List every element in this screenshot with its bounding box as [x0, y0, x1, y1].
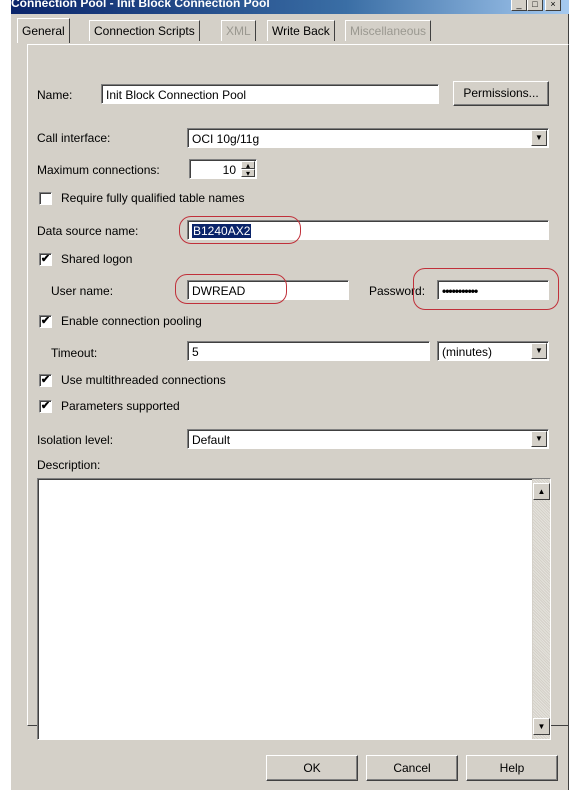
title-bar: Connection Pool - Init Block Connection … [11, 0, 569, 14]
name-field[interactable]: Init Block Connection Pool [101, 84, 439, 104]
tab-connection-scripts[interactable]: Connection Scripts [89, 20, 200, 41]
max-connections-stepper[interactable]: 10 ▴ ▾ [189, 159, 257, 179]
user-name-label: User name: [51, 284, 114, 298]
description-textarea[interactable]: ▲ ▼ [37, 478, 551, 740]
timeout-unit-value: (minutes) [442, 345, 493, 359]
maximize-icon[interactable]: □ [527, 0, 543, 11]
close-icon[interactable]: × [545, 0, 561, 11]
minimize-icon[interactable]: _ [511, 0, 527, 11]
isolation-label: Isolation level: [37, 433, 114, 447]
user-name-field[interactable]: DWREAD [187, 280, 349, 300]
window-title: Connection Pool - Init Block Connection … [11, 0, 270, 10]
description-scrollbar[interactable]: ▲ ▼ [532, 479, 550, 739]
tab-xml[interactable]: XML [221, 20, 256, 41]
help-button[interactable]: Help [466, 755, 558, 781]
chevron-down-icon[interactable]: ▼ [531, 431, 547, 447]
shared-logon-label: Shared logon [61, 252, 133, 266]
spin-down-icon[interactable]: ▾ [241, 169, 255, 178]
parameters-checkbox[interactable]: ✔ [39, 400, 52, 413]
call-interface-value: OCI 10g/11g [192, 132, 260, 146]
isolation-value: Default [192, 433, 231, 447]
connection-pool-dialog: Connection Pool - Init Block Connection … [10, 0, 569, 790]
tab-general[interactable]: General [17, 18, 70, 43]
require-fq-label: Require fully qualified table names [61, 191, 245, 205]
timeout-label: Timeout: [51, 346, 98, 360]
max-connections-label: Maximum connections: [37, 163, 160, 177]
chevron-down-icon[interactable]: ▼ [531, 343, 547, 359]
shared-logon-checkbox[interactable]: ✔ [39, 253, 52, 266]
tab-write-back[interactable]: Write Back [267, 20, 335, 41]
isolation-select[interactable]: Default ▼ [187, 429, 549, 449]
ok-button[interactable]: OK [266, 755, 358, 781]
chevron-down-icon[interactable]: ▼ [531, 130, 547, 146]
parameters-label: Parameters supported [61, 399, 180, 413]
multithreaded-label: Use multithreaded connections [61, 373, 226, 387]
scroll-down-icon[interactable]: ▼ [533, 718, 550, 735]
data-source-value: B1240AX2 [192, 224, 252, 238]
timeout-field[interactable]: 5 [187, 341, 430, 361]
max-connections-value: 10 [222, 163, 236, 177]
call-interface-select[interactable]: OCI 10g/11g ▼ [187, 128, 549, 148]
enable-pooling-checkbox[interactable]: ✔ [39, 315, 52, 328]
spin-up-icon[interactable]: ▴ [241, 161, 255, 170]
password-field[interactable]: ••••••••••• [437, 280, 549, 300]
tab-miscellaneous[interactable]: Miscellaneous [345, 20, 432, 41]
name-label: Name: [37, 88, 73, 102]
cancel-button[interactable]: Cancel [366, 755, 458, 781]
scroll-up-icon[interactable]: ▲ [533, 483, 550, 500]
password-label: Password: [369, 284, 426, 298]
timeout-unit-select[interactable]: (minutes) ▼ [437, 341, 549, 361]
data-source-label: Data source name: [37, 224, 139, 238]
permissions-button[interactable]: Permissions... [453, 81, 549, 106]
description-label: Description: [37, 458, 101, 472]
require-fq-checkbox[interactable] [39, 192, 52, 205]
multithreaded-checkbox[interactable]: ✔ [39, 374, 52, 387]
data-source-field[interactable]: B1240AX2 [187, 220, 549, 240]
call-interface-label: Call interface: [37, 131, 111, 145]
enable-pooling-label: Enable connection pooling [61, 314, 202, 328]
